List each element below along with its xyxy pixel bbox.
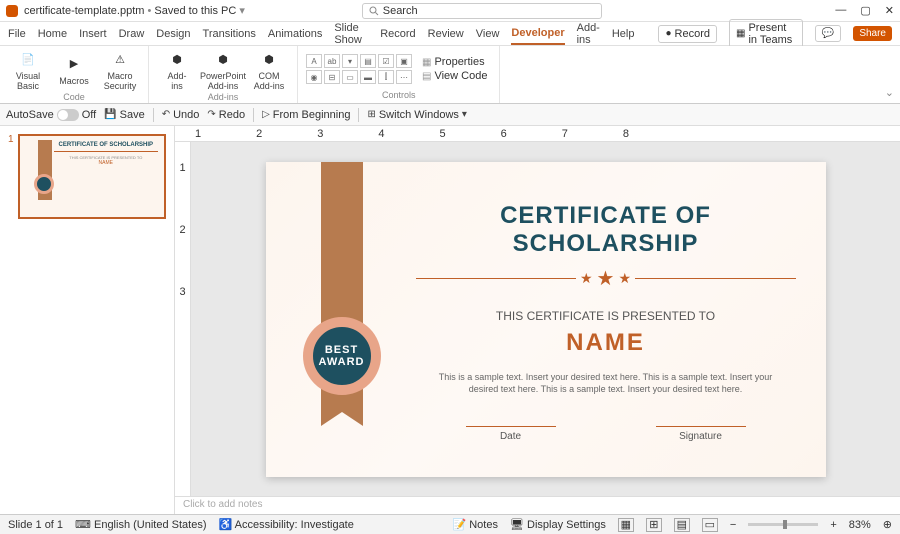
- slide-1[interactable]: BEST AWARD CERTIFICATE OF SCHOLARSHIP ★★…: [266, 162, 826, 477]
- control-scroll[interactable]: ⫿: [378, 70, 394, 84]
- powerpoint-addins-button[interactable]: ⬢PowerPoint Add-ins: [203, 48, 243, 92]
- tab-insert[interactable]: Insert: [79, 24, 107, 44]
- tab-design[interactable]: Design: [156, 24, 190, 44]
- zoom-in-button[interactable]: +: [830, 519, 836, 531]
- group-code-label: Code: [63, 92, 85, 103]
- view-code-button[interactable]: ▤ View Code: [422, 70, 487, 82]
- macro-security-button[interactable]: ⚠Macro Security: [100, 48, 140, 92]
- tab-developer[interactable]: Developer: [511, 23, 564, 45]
- display-settings-button[interactable]: 🖥 Display Settings: [510, 518, 606, 531]
- control-button[interactable]: ▬: [360, 70, 376, 84]
- slide-counter: Slide 1 of 1: [8, 519, 63, 531]
- control-list[interactable]: ▤: [360, 54, 376, 68]
- from-beginning-button[interactable]: ▷ From Beginning: [262, 109, 350, 121]
- notes-button[interactable]: 📝 Notes: [452, 518, 498, 531]
- tab-home[interactable]: Home: [38, 24, 67, 44]
- signature-field[interactable]: Signature: [656, 426, 746, 442]
- date-field[interactable]: Date: [466, 426, 556, 442]
- addins-button[interactable]: ⬢Add- ins: [157, 48, 197, 92]
- reading-view-button[interactable]: ▤: [674, 518, 690, 532]
- com-addins-button[interactable]: ⬢COM Add-ins: [249, 48, 289, 92]
- control-frame[interactable]: ▭: [342, 70, 358, 84]
- ribbon-tabs: File Home Insert Draw Design Transitions…: [0, 22, 900, 46]
- autosave-toggle[interactable]: AutoSave Off: [6, 109, 96, 121]
- controls-grid: Aab▾▤☑▣ ◉⊟▭▬⫿⋯: [306, 54, 412, 84]
- slide-canvas[interactable]: BEST AWARD CERTIFICATE OF SCHOLARSHIP ★★…: [191, 142, 900, 496]
- tab-draw[interactable]: Draw: [119, 24, 145, 44]
- quick-access-toolbar: AutoSave Off 💾 Save ↶ Undo ↷ Redo ▷ From…: [0, 104, 900, 126]
- thumbnail-number: 1: [8, 134, 14, 219]
- certificate-title[interactable]: CERTIFICATE OF SCHOLARSHIP: [416, 202, 796, 258]
- control-label[interactable]: A: [306, 54, 322, 68]
- control-combo[interactable]: ▣: [396, 54, 412, 68]
- undo-button[interactable]: ↶ Undo: [162, 109, 200, 121]
- tab-view[interactable]: View: [476, 24, 500, 44]
- zoom-out-button[interactable]: −: [730, 519, 736, 531]
- window-controls: — ▢ ✕: [835, 4, 894, 17]
- collapse-ribbon-icon[interactable]: ⌄: [885, 86, 894, 99]
- tab-record[interactable]: Record: [380, 24, 415, 44]
- document-title: certificate-template.pptm • Saved to thi…: [24, 4, 245, 17]
- slide-thumbnails-panel[interactable]: 1 CERTIFICATE OF SCHOLARSHIP THIS CERTIF…: [0, 126, 175, 514]
- tab-review[interactable]: Review: [428, 24, 464, 44]
- share-button[interactable]: Share: [853, 26, 892, 41]
- group-controls-label: Controls: [382, 90, 416, 101]
- normal-view-button[interactable]: ▦: [618, 518, 634, 532]
- control-textbox[interactable]: ab: [324, 54, 340, 68]
- macros-button[interactable]: ▶Macros: [54, 53, 94, 87]
- workspace: 1 CERTIFICATE OF SCHOLARSHIP THIS CERTIF…: [0, 126, 900, 514]
- status-bar: Slide 1 of 1 ⌨ English (United States) ♿…: [0, 514, 900, 534]
- search-placeholder: Search: [383, 5, 418, 17]
- control-more[interactable]: ⋯: [396, 70, 412, 84]
- horizontal-ruler[interactable]: 12345678: [175, 126, 900, 142]
- group-addins: ⬢Add- ins ⬢PowerPoint Add-ins ⬢COM Add-i…: [149, 46, 298, 103]
- app-icon: [6, 5, 18, 17]
- tab-slideshow[interactable]: Slide Show: [334, 18, 368, 50]
- present-teams-button[interactable]: ▦ Present in Teams: [729, 19, 803, 49]
- group-addins-label: Add-ins: [208, 92, 239, 103]
- save-button[interactable]: 💾 Save: [104, 109, 145, 121]
- accessibility-button[interactable]: ♿ Accessibility: Investigate: [218, 518, 353, 531]
- search-icon: [369, 6, 379, 16]
- control-check[interactable]: ☑: [378, 54, 394, 68]
- visual-basic-button[interactable]: 📄Visual Basic: [8, 48, 48, 92]
- vertical-ruler[interactable]: 123: [175, 142, 191, 496]
- fit-window-button[interactable]: ⊕: [883, 518, 892, 531]
- control-option[interactable]: ◉: [306, 70, 322, 84]
- maximize-button[interactable]: ▢: [860, 4, 870, 17]
- tab-transitions[interactable]: Transitions: [203, 24, 256, 44]
- record-button[interactable]: ● Record: [658, 25, 717, 43]
- control-toggle[interactable]: ⊟: [324, 70, 340, 84]
- editor-area: 12345678 123 BEST AWARD CERTIFICATE OF S…: [175, 126, 900, 514]
- tab-addins[interactable]: Add-ins: [577, 18, 600, 50]
- certificate-subtitle[interactable]: THIS CERTIFICATE IS PRESENTED TO: [416, 309, 796, 323]
- search-input[interactable]: Search: [362, 3, 602, 19]
- tab-file[interactable]: File: [8, 24, 26, 44]
- group-controls: Aab▾▤☑▣ ◉⊟▭▬⫿⋯ ▦ Properties ▤ View Code …: [298, 46, 500, 103]
- zoom-slider[interactable]: [748, 523, 818, 526]
- tab-help[interactable]: Help: [612, 24, 635, 44]
- certificate-body[interactable]: This is a sample text. Insert your desir…: [416, 371, 796, 396]
- close-button[interactable]: ✕: [885, 4, 894, 17]
- slideshow-view-button[interactable]: ▭: [702, 518, 718, 532]
- properties-button[interactable]: ▦ Properties: [422, 56, 487, 68]
- control-dropdown[interactable]: ▾: [342, 54, 358, 68]
- ribbon: 📄Visual Basic ▶Macros ⚠Macro Security Co…: [0, 46, 900, 104]
- notes-pane[interactable]: Click to add notes: [175, 496, 900, 514]
- minimize-button[interactable]: —: [835, 4, 846, 17]
- redo-button[interactable]: ↷ Redo: [207, 109, 245, 121]
- star-divider: ★★★: [416, 266, 796, 291]
- switch-windows-button[interactable]: ⊞ Switch Windows ▾: [367, 109, 467, 121]
- tab-animations[interactable]: Animations: [268, 24, 322, 44]
- sorter-view-button[interactable]: ⊞: [646, 518, 662, 532]
- slide-thumbnail-1[interactable]: CERTIFICATE OF SCHOLARSHIP THIS CERTIFIC…: [18, 134, 166, 219]
- zoom-level[interactable]: 83%: [849, 519, 871, 531]
- lang-indicator[interactable]: ⌨ English (United States): [75, 518, 206, 531]
- award-seal: BEST AWARD: [303, 317, 381, 395]
- recipient-name[interactable]: NAME: [416, 329, 796, 357]
- group-code: 📄Visual Basic ▶Macros ⚠Macro Security Co…: [0, 46, 149, 103]
- comments-button[interactable]: 💬: [815, 25, 841, 42]
